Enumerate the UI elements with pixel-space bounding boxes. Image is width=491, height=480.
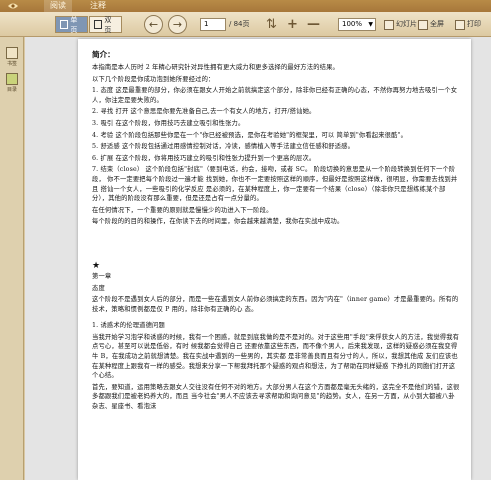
paragraph: 首先，要知道，运用策略去跟女人交往没有任何不对的地方。大部分男人在这个方面都是毫… — [92, 383, 460, 411]
zoom-in-icon[interactable]: + — [285, 17, 300, 32]
single-page-label: 单页 — [70, 15, 78, 34]
intro-heading: 简介： — [92, 50, 115, 59]
tab-read[interactable]: 阅读 — [44, 0, 72, 12]
single-page-button[interactable]: 单页 — [55, 15, 88, 34]
paragraph: 这个阶段不是遇到女人后的部分，而是一些在遇到女人前你必须搞定的东西。因为"内在"… — [92, 296, 459, 313]
print-label: 打印 — [467, 20, 481, 28]
paragraph: 以下几个阶段是你成功泡到她所要经过的： — [92, 75, 215, 83]
tab-bar: 阅读 注释 — [0, 0, 491, 12]
document-viewport[interactable]: 简介： 本指南是本人历时 2 年精心研究针对异性拥有更大威力和更多选择的最好方法… — [25, 37, 491, 480]
sidebar-item-bookmarks[interactable]: 书签 — [2, 47, 22, 67]
double-page-label: 双页 — [104, 15, 112, 34]
slideshow-label: 幻灯片 — [396, 20, 417, 28]
arrow-right-icon: → — [172, 18, 183, 31]
previous-page-button[interactable]: ← — [144, 15, 163, 34]
fullscreen-button[interactable]: 全屏 — [418, 17, 444, 32]
sidebar: 书签 目录 — [0, 37, 24, 480]
sidebar-item-toc[interactable]: 目录 — [2, 73, 22, 93]
step-paragraph: 3. 吸引 在这个阶段，你用技巧去建立吸引和性张力。 — [92, 119, 245, 127]
sidebar-item-label: 目录 — [6, 87, 17, 93]
toc-icon — [6, 73, 18, 85]
step-paragraph: 2. 寻找 打开 这个意思是你要先准备自己,去一个有女人的地方，打开/搭讪她。 — [92, 108, 316, 116]
tab-notes[interactable]: 注释 — [84, 0, 112, 12]
slideshow-button[interactable]: 幻灯片 — [384, 17, 417, 32]
fit-page-icon[interactable]: ⇅ — [264, 17, 279, 32]
step-paragraph: 7. 结束（close） 这个阶段包括"封底"（要到电话，约会，接吻，或者 SC… — [92, 166, 458, 203]
step-paragraph: 6. 扩展 在这个阶段，你将用技巧建立的吸引和性张力提升到一个更高的层次。 — [92, 154, 316, 162]
double-page-icon — [94, 20, 103, 29]
zoom-select[interactable]: 100% ▼ — [338, 18, 376, 31]
chapter-title: 态度 — [92, 284, 105, 292]
single-page-icon — [60, 20, 69, 29]
step-paragraph: 5. 舒适感 这个阶段包括通过用感情控制对话，冷读，感情植入等手法建立信任感和舒… — [92, 143, 355, 151]
chevron-down-icon: ▼ — [368, 21, 373, 28]
zoom-value: 100% — [342, 20, 363, 28]
step-paragraph: 4. 考验 这个阶段包括那些你是在一个"你已经被预选，是你在考验她"的框架里，可… — [92, 131, 408, 139]
toolbar: 单页 双页 ← → 1 / 84页 ⇅ + — 100% ▼ 幻灯片 全屏 打印 — [0, 12, 491, 37]
paragraph: 当我开始学习泡学和诱惑的时候，我有一个困惑，就是到底我做的是不是对的。对于这些用… — [92, 333, 460, 380]
bookmark-icon — [6, 47, 18, 59]
page-number-input[interactable]: 1 — [200, 18, 226, 31]
paragraph: 在任何情况下，一个重要的原则就是慢慢少的功进入下一阶段。 — [92, 206, 273, 214]
fullscreen-label: 全屏 — [430, 20, 444, 28]
printer-icon — [455, 19, 465, 30]
zoom-out-icon[interactable]: — — [306, 17, 321, 32]
page-total-label: / 84页 — [229, 20, 250, 28]
arrow-left-icon: ← — [148, 18, 159, 31]
paragraph: 每个阶段的的目的和操作，在你读下去的时间里，你会越来越清楚，我你在实战中成功。 — [92, 218, 344, 226]
print-button[interactable]: 打印 — [455, 17, 481, 32]
fullscreen-icon — [418, 19, 428, 30]
paragraph: 本指南是本人历时 2 年精心研究针对异性拥有更大威力和更多选择的最好方法的结果。 — [92, 64, 339, 71]
app-logo-icon — [2, 0, 24, 12]
slideshow-icon — [384, 19, 394, 30]
section-heading: 1. 诱惑术的伦理道德问题 — [92, 322, 165, 330]
next-page-button[interactable]: → — [168, 15, 187, 34]
sidebar-item-label: 书签 — [6, 61, 17, 67]
star-icon: ★ — [92, 260, 101, 271]
double-page-button[interactable]: 双页 — [89, 15, 122, 34]
chapter-number: 第一章 — [92, 272, 112, 280]
document-page: 简介： 本指南是本人历时 2 年精心研究针对异性拥有更大威力和更多选择的最好方法… — [78, 39, 471, 480]
step-paragraph: 1. 态度 这是最重要的部分，你必须在跟女人开始之前就搞定这个部分，除非你已经有… — [92, 87, 458, 104]
